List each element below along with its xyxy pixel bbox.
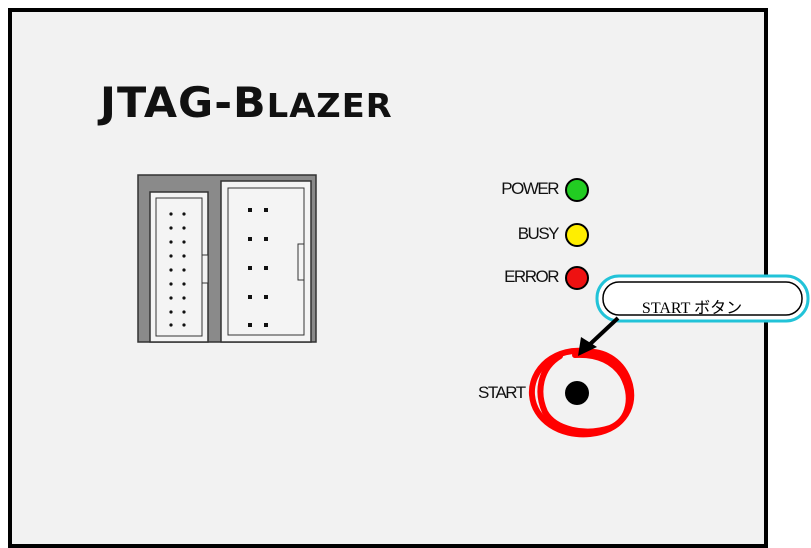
led-label-power: POWER (501, 179, 559, 198)
start-button[interactable] (565, 381, 589, 405)
jtag-connector (137, 174, 317, 343)
small-header-housing (149, 191, 209, 343)
led-indicators (565, 178, 589, 290)
callout-arrow-line (585, 316, 620, 349)
led-power (565, 178, 589, 202)
start-label: START (478, 383, 526, 402)
large-header-key (297, 243, 305, 281)
led-label-error: ERROR (504, 267, 559, 286)
small-header-key (201, 254, 209, 284)
panel-drawing (137, 174, 810, 438)
callout-text: START ボタン (641, 300, 743, 317)
led-label-busy: BUSY (517, 224, 560, 243)
led-busy (565, 223, 589, 247)
led-error (565, 266, 589, 290)
